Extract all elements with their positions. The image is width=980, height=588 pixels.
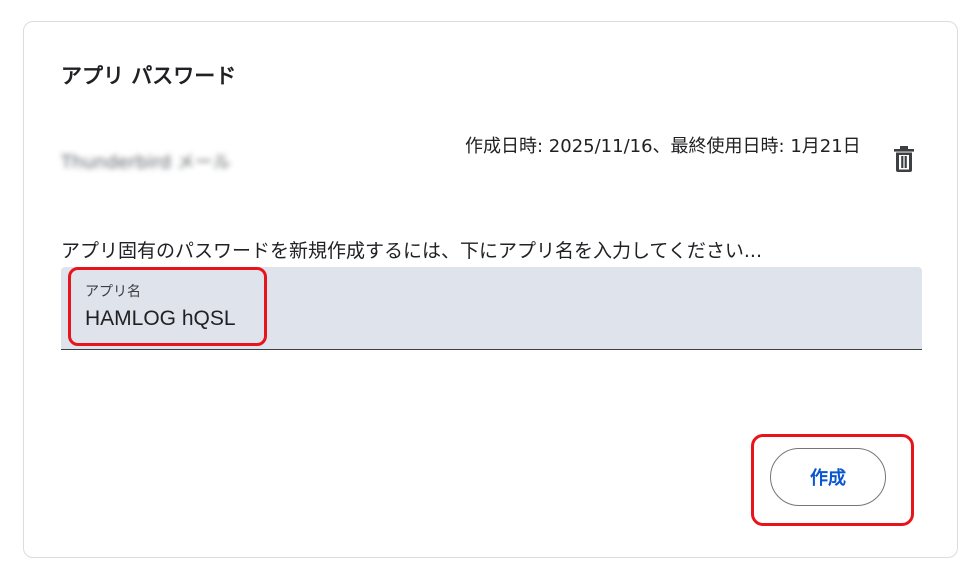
app-name-input[interactable]: HAMLOG hQSL: [85, 307, 236, 331]
section-title: アプリ パスワード: [61, 64, 237, 88]
create-button[interactable]: 作成: [770, 448, 886, 506]
app-name-field-label: アプリ名: [85, 284, 141, 300]
app-name-field[interactable]: アプリ名 HAMLOG hQSL: [61, 267, 922, 350]
create-instruction: アプリ固有のパスワードを新規作成するには、下にアプリ名を入力してください...: [61, 240, 762, 262]
trash-icon: [894, 146, 914, 172]
existing-password-name: Thunderbird メール: [61, 152, 231, 173]
existing-password-dates: 作成日時: 2025/11/16、最終使用日時: 1月21日: [465, 136, 861, 157]
delete-password-button[interactable]: [888, 143, 920, 175]
